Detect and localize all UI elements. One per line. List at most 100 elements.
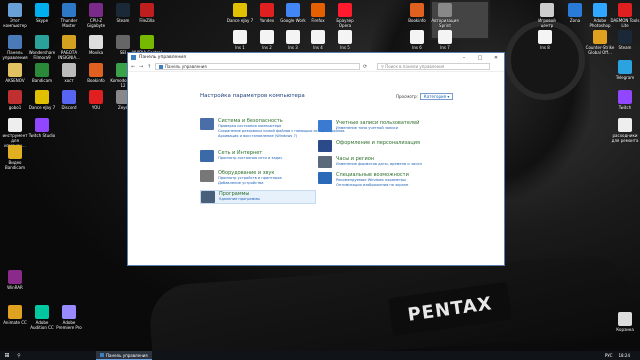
desktop-icon[interactable]: Dance eJay 7 (225, 3, 255, 23)
forward-arrow-icon[interactable]: → (139, 64, 144, 70)
desktop-icon-label: Steam (618, 45, 632, 50)
app-icon (8, 63, 22, 77)
file-icon[interactable]: Ins 7 (430, 30, 460, 50)
desktop-icon-label: Discord (61, 105, 77, 110)
app-icon (89, 35, 103, 49)
tray-clock[interactable]: 18:24 (618, 353, 630, 358)
desktop-icon[interactable]: Discord (54, 90, 84, 110)
desktop-icon[interactable]: DAEMON Tools Lite (610, 3, 640, 28)
app-icon (286, 30, 300, 44)
search-input[interactable]: ⚲ Поиск в панели управления (377, 63, 490, 70)
desktop-icon[interactable]: YOU (81, 90, 111, 110)
file-icon[interactable]: Ins 1 (225, 30, 255, 50)
category-item[interactable]: Часы и регион Изменение форматов даты, вр… (318, 156, 422, 168)
desktop-icon[interactable]: CPU-Z Gigabyte (81, 3, 111, 28)
desktop-icon[interactable]: хост (54, 63, 84, 83)
desktop-icon[interactable]: Корзина (610, 312, 640, 332)
desktop-icon[interactable]: Wondershare Filmora9 (27, 35, 57, 60)
category-item[interactable]: Специальные возможности Рекомендуемые Win… (318, 172, 409, 188)
desktop-icon[interactable]: РАБОТА INSIGNIA... (54, 35, 84, 60)
desktop-icon[interactable]: инструмент для изменен... (0, 118, 30, 148)
window-title: Панель управления (139, 55, 186, 60)
desktop-icon[interactable]: Bookinfo (81, 63, 111, 83)
category-text: Оформление и персонализация (336, 140, 420, 152)
category-link[interactable]: Изменение типа учетной записи (336, 126, 419, 131)
address-path-input[interactable]: Панель управления (155, 63, 360, 70)
category-icon (201, 191, 215, 203)
category-link[interactable]: Удаление программы (219, 197, 260, 202)
desktop-icon[interactable]: AKSENOV (0, 63, 30, 83)
app-icon (410, 30, 424, 44)
refresh-icon[interactable]: ⟳ (363, 64, 368, 70)
window-content: Настройка параметров компьютера Просмотр… (128, 72, 504, 265)
desktop-icon[interactable]: Adobe Premiere Pro (54, 305, 84, 330)
desktop-icon[interactable]: Thunder Master (54, 3, 84, 28)
maximize-button[interactable]: □ (472, 55, 488, 61)
desktop-icon[interactable]: Bandicam (27, 63, 57, 83)
desktop-icon[interactable]: Skype (27, 3, 57, 23)
desktop-icon[interactable]: расходники для ремонта (610, 118, 640, 143)
category-link[interactable]: Просмотр состояния сети и задач (218, 156, 282, 161)
desktop-icon-label: Twitch (618, 105, 632, 110)
close-button[interactable]: ✕ (488, 55, 504, 61)
desktop-icon-label: Ins 7 (440, 45, 450, 50)
window-titlebar[interactable]: Панель управления – □ ✕ (128, 53, 504, 62)
desktop-icon[interactable]: FileZilla (132, 3, 162, 23)
category-item[interactable]: Учетные записи пользователей Изменение ти… (318, 120, 419, 132)
taskbar-app-control-panel[interactable]: Панель управления (96, 351, 152, 360)
category-item[interactable]: Сеть и Интернет Просмотр состояния сети и… (200, 150, 282, 162)
file-icon[interactable]: Ins 8 (530, 30, 560, 50)
app-icon (8, 90, 22, 104)
desktop-icon[interactable]: Dance eJay 7 (27, 90, 57, 110)
desktop-icon[interactable]: Видео Bandicam (0, 145, 30, 170)
file-icon[interactable]: Ins 5 (330, 30, 360, 50)
category-link[interactable]: Архивация и восстановление (Windows 7) (218, 134, 344, 139)
desktop-icon-label: Браузер Opera (336, 18, 354, 28)
app-icon (140, 3, 154, 17)
up-arrow-icon[interactable]: ↑ (147, 64, 152, 70)
category-icon (200, 170, 214, 182)
desktop-icon[interactable]: Bookinfo (402, 3, 432, 23)
desktop-icon[interactable]: Этот компьютер (0, 3, 30, 28)
desktop-icon[interactable]: Animate CC (0, 305, 30, 325)
desktop-icon[interactable]: Twitch Studio (27, 118, 57, 138)
desktop-icon[interactable]: Firefox (303, 3, 333, 23)
app-icon (260, 3, 274, 17)
desktop-icon[interactable]: Twitch (610, 90, 640, 110)
desktop-icon[interactable]: Панель управления (0, 35, 30, 60)
app-icon (311, 30, 325, 44)
app-icon (89, 3, 103, 17)
desktop-icon-label: Ins 6 (412, 45, 422, 50)
windows-icon[interactable]: ⊞ (0, 352, 14, 359)
back-arrow-icon[interactable]: ← (131, 64, 136, 70)
category-text: Специальные возможности Рекомендуемые Win… (336, 172, 409, 188)
category-item[interactable]: Оформление и персонализация (318, 140, 420, 152)
file-icon[interactable]: Ins 4 (303, 30, 333, 50)
desktop-icon[interactable]: Браузер Opera (330, 3, 360, 28)
category-link[interactable]: Изменение форматов даты, времени и чисел (336, 162, 422, 167)
search-icon[interactable]: ⚲ (14, 353, 24, 359)
file-icon[interactable]: Ins 6 (402, 30, 432, 50)
desktop-icon[interactable]: Steam (610, 30, 640, 50)
category-item[interactable]: Программы Удаление программы (200, 190, 316, 204)
app-icon (116, 35, 130, 49)
category-title[interactable]: Оформление и персонализация (336, 140, 420, 146)
category-link[interactable]: Добавление устройства (218, 181, 282, 186)
app-icon (311, 3, 325, 17)
minimize-button[interactable]: – (456, 55, 472, 61)
category-link[interactable]: Оптимизация изображения на экране (336, 183, 409, 188)
desktop-icon-label: РАБОТА INSIGNIA... (58, 50, 80, 60)
desktop-icon[interactable]: Игровой центр (532, 3, 562, 28)
view-by-dropdown[interactable]: Категория ▾ (419, 93, 454, 100)
desktop-icon[interactable]: Movika (81, 35, 111, 55)
desktop-icon[interactable]: Telegram (610, 60, 640, 80)
category-text: Программы Удаление программы (219, 191, 260, 203)
app-icon (618, 90, 632, 104)
desktop-icon[interactable]: WinRAR (0, 270, 30, 290)
desktop-icon[interactable]: gobo1 (0, 90, 30, 110)
category-item[interactable]: Оборудование и звук Просмотр устройств и … (200, 170, 282, 186)
tray-language[interactable]: РУС (605, 353, 613, 358)
desktop-icon[interactable]: Авторизация Sprint (430, 3, 460, 28)
control-panel-window: Панель управления – □ ✕ ← → ↑ Панель упр… (127, 52, 505, 266)
desktop-icon[interactable]: Adobe Audition CC (27, 305, 57, 330)
